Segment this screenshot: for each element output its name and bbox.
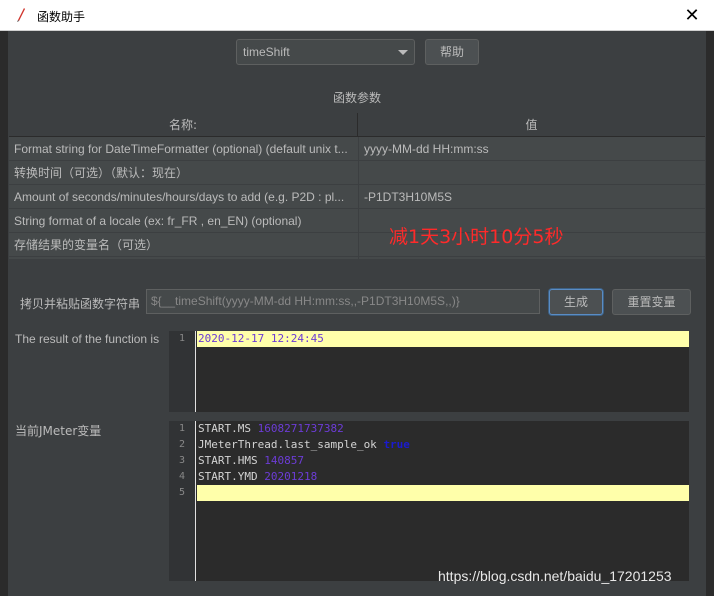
table-row[interactable]: 存储结果的变量名（可选） xyxy=(9,233,705,257)
var-line: START.HMS 140857 xyxy=(197,453,689,469)
window-right-border xyxy=(706,31,714,596)
table-row[interactable]: String format of a locale (ex: fr_FR , e… xyxy=(9,209,705,233)
reset-variables-button[interactable]: 重置变量 xyxy=(612,289,691,315)
var-value: 20201218 xyxy=(264,470,318,483)
var-line: START.MS 1608271737382 xyxy=(197,421,689,437)
chevron-down-icon xyxy=(398,50,408,55)
close-button[interactable]: ✕ xyxy=(670,0,714,31)
var-key: START.MS xyxy=(198,422,251,435)
function-select-value: timeShift xyxy=(243,45,290,59)
table-row[interactable]: Amount of seconds/minutes/hours/days to … xyxy=(9,185,705,209)
line-gutter: 1 xyxy=(169,331,196,412)
column-header-value[interactable]: 值 xyxy=(358,113,705,137)
var-line: START.YMD 20201218 xyxy=(197,469,689,485)
column-header-name[interactable]: 名称: xyxy=(9,113,358,137)
params-table-header: 名称: 值 xyxy=(9,113,705,137)
param-name: Format string for DateTimeFormatter (opt… xyxy=(14,142,348,156)
var-line-current xyxy=(197,485,689,501)
param-name: 存储结果的变量名（可选） xyxy=(14,238,159,252)
function-select[interactable]: timeShift xyxy=(236,39,415,65)
var-key: JMeterThread.last_sample_ok xyxy=(198,438,377,451)
var-value: true xyxy=(383,438,410,451)
result-label: The result of the function is xyxy=(15,332,160,346)
param-name: Amount of seconds/minutes/hours/days to … xyxy=(14,190,345,204)
table-row[interactable]: 转换时间（可选）（默认：现在） xyxy=(9,161,705,185)
var-line: JMeterThread.last_sample_ok true xyxy=(197,437,689,453)
param-value[interactable]: -P1DT3H10M5S xyxy=(364,185,699,209)
result-line: 2020-12-17 12:24:45 xyxy=(197,331,689,347)
title-bar: 函数助手 ✕ xyxy=(0,0,714,31)
jmeter-vars-label: 当前JMeter变量 xyxy=(15,424,102,438)
line-number: 4 xyxy=(178,471,185,482)
line-number: 1 xyxy=(178,423,185,434)
generate-button[interactable]: 生成 xyxy=(549,289,603,315)
var-key: START.YMD xyxy=(198,470,258,483)
params-table: 名称: 值 Format string for DateTimeFormatte… xyxy=(9,113,705,259)
param-value[interactable]: yyyy-MM-dd HH:mm:ss xyxy=(364,137,699,161)
var-value: 1608271737382 xyxy=(257,422,344,435)
line-number: 2 xyxy=(178,439,185,450)
annotation-text: 减1天3小时10分5秒 xyxy=(389,226,564,248)
result-value: 2020-12-17 12:24:45 xyxy=(198,332,324,345)
line-number: 1 xyxy=(178,333,185,344)
line-number: 3 xyxy=(178,455,185,466)
param-name: 转换时间（可选）（默认：现在） xyxy=(14,166,189,180)
params-section-title: 函数参数 xyxy=(332,91,381,105)
result-editor[interactable]: 1 2020-12-17 12:24:45 xyxy=(169,331,689,412)
copy-label: 拷贝并粘贴函数字符串 xyxy=(20,297,141,311)
help-button[interactable]: 帮助 xyxy=(425,39,479,65)
close-icon: ✕ xyxy=(684,5,700,26)
var-value: 140857 xyxy=(264,454,304,467)
line-gutter: 1 2 3 4 5 xyxy=(169,421,196,581)
function-string-field[interactable]: ${__timeShift(yyyy-MM-dd HH:mm:ss,,-P1DT… xyxy=(146,289,540,314)
line-number: 5 xyxy=(178,487,185,498)
window-title: 函数助手 xyxy=(37,10,86,24)
param-value[interactable] xyxy=(364,161,699,185)
table-row[interactable]: Format string for DateTimeFormatter (opt… xyxy=(9,137,705,161)
jmeter-vars-editor[interactable]: 1 2 3 4 5 START.MS 1608271737382 JMeterT… xyxy=(169,421,689,581)
param-name: String format of a locale (ex: fr_FR , e… xyxy=(14,214,302,228)
jmeter-feather-icon xyxy=(17,8,25,22)
var-key: START.HMS xyxy=(198,454,258,467)
watermark-text: https://blog.csdn.net/baidu_17201253 xyxy=(438,568,672,584)
window-left-border xyxy=(0,31,8,596)
